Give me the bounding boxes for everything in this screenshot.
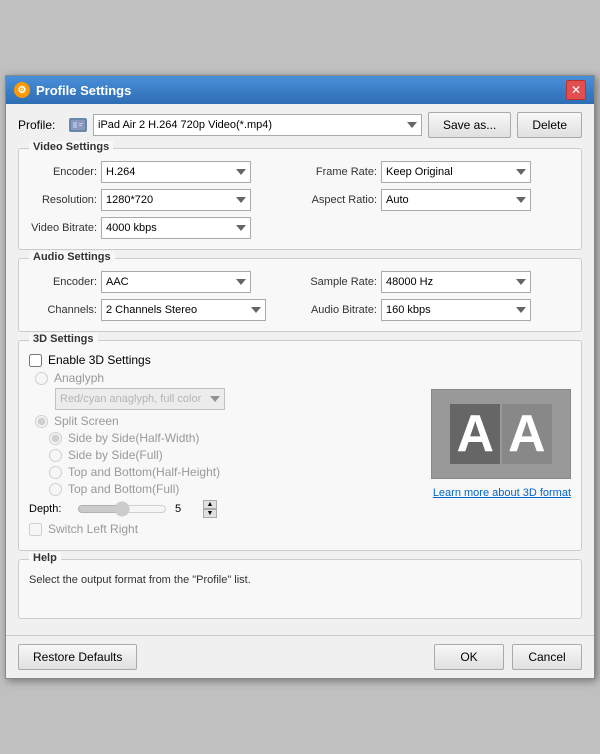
window-title: Profile Settings <box>36 83 131 98</box>
frame-rate-row: Frame Rate: Keep Original242529.973060 <box>305 161 571 183</box>
help-section: Help Select the output format from the "… <box>18 559 582 619</box>
top-bottom-half-label: Top and Bottom(Half-Height) <box>68 465 220 479</box>
split-screen-label: Split Screen <box>54 414 119 428</box>
learn-more-link[interactable]: Learn more about 3D format <box>433 487 571 499</box>
sample-rate-row: Sample Rate: 48000 Hz44100 Hz22050 Hz <box>305 271 571 293</box>
split-screen-radio[interactable] <box>35 415 48 428</box>
enable-3d-checkbox[interactable] <box>29 354 42 367</box>
video-bitrate-label: Video Bitrate: <box>29 222 97 234</box>
sample-rate-label: Sample Rate: <box>305 276 377 288</box>
save-as-button[interactable]: Save as... <box>428 112 511 138</box>
resolution-row: Resolution: 1280*7201920*1080640*480320*… <box>29 189 295 211</box>
d3-settings-section: 3D Settings Enable 3D Settings Anaglyph … <box>18 340 582 551</box>
switch-lr-label: Switch Left Right <box>48 522 138 536</box>
side-by-side-full-row: Side by Side(Full) <box>49 448 421 462</box>
anaglyph-row: Anaglyph <box>35 371 421 385</box>
encoder-label: Encoder: <box>29 166 97 178</box>
audio-encoder-select[interactable]: AACMP3AC3WMA <box>101 271 251 293</box>
aa-right: A <box>502 404 552 464</box>
profile-icon <box>69 118 87 132</box>
depth-label: Depth: <box>29 503 69 515</box>
sample-rate-select[interactable]: 48000 Hz44100 Hz22050 Hz <box>381 271 531 293</box>
frame-rate-label: Frame Rate: <box>305 166 377 178</box>
split-screen-row: Split Screen <box>35 414 421 428</box>
top-bottom-half-radio[interactable] <box>49 466 62 479</box>
side-by-side-full-label: Side by Side(Full) <box>68 448 163 462</box>
anaglyph-type-select: Red/cyan anaglyph, full color <box>55 388 225 410</box>
video-bitrate-row: Video Bitrate: 4000 kbps2000 kbps6000 kb… <box>29 217 571 239</box>
encoder-row: Encoder: H.264H.265MPEG-4XVID <box>29 161 295 183</box>
top-bottom-half-row: Top and Bottom(Half-Height) <box>49 465 421 479</box>
cancel-button[interactable]: Cancel <box>512 644 582 670</box>
audio-settings-section: Audio Settings Encoder: AACMP3AC3WMA Sam… <box>18 258 582 332</box>
restore-defaults-button[interactable]: Restore Defaults <box>18 644 137 670</box>
depth-row: Depth: 5 ▲ ▼ <box>29 500 421 518</box>
resolution-select[interactable]: 1280*7201920*1080640*480320*240 <box>101 189 251 211</box>
channels-row: Channels: 2 Channels Stereo1 Channel Mon… <box>29 299 295 321</box>
anaglyph-radio[interactable] <box>35 372 48 385</box>
aspect-ratio-select[interactable]: Auto4:316:91:1 <box>381 189 531 211</box>
app-icon: ⚙ <box>14 82 30 98</box>
audio-bitrate-select[interactable]: 160 kbps128 kbps192 kbps256 kbps320 kbps <box>381 299 531 321</box>
video-settings-title: Video Settings <box>29 141 113 153</box>
audio-bitrate-row: Audio Bitrate: 160 kbps128 kbps192 kbps2… <box>305 299 571 321</box>
top-bottom-full-label: Top and Bottom(Full) <box>68 482 179 496</box>
aa-preview: A A <box>431 389 571 479</box>
enable-3d-row: Enable 3D Settings <box>29 353 421 367</box>
depth-up-button[interactable]: ▲ <box>203 500 217 509</box>
profile-select[interactable]: iPad Air 2 H.264 720p Video(*.mp4) <box>93 114 422 136</box>
resolution-label: Resolution: <box>29 194 97 206</box>
side-by-side-half-row: Side by Side(Half-Width) <box>49 431 421 445</box>
aa-left: A <box>450 404 500 464</box>
depth-slider[interactable] <box>77 502 167 516</box>
audio-encoder-label: Encoder: <box>29 276 97 288</box>
d3-left-panel: Enable 3D Settings Anaglyph Red/cyan ana… <box>29 353 421 540</box>
frame-rate-select[interactable]: Keep Original242529.973060 <box>381 161 531 183</box>
content-area: Profile: iPad Air 2 H.264 720p Video(*.m… <box>6 104 594 635</box>
title-bar: ⚙ Profile Settings ✕ <box>6 76 594 104</box>
depth-spinner: ▲ ▼ <box>203 500 217 518</box>
audio-settings-title: Audio Settings <box>29 251 115 263</box>
aa-inner: A A <box>450 404 551 464</box>
switch-lr-row: Switch Left Right <box>29 522 421 536</box>
anaglyph-label: Anaglyph <box>54 371 104 385</box>
video-settings-section: Video Settings Encoder: H.264H.265MPEG-4… <box>18 148 582 250</box>
profile-row: Profile: iPad Air 2 H.264 720p Video(*.m… <box>18 112 582 138</box>
learn-more-row: Learn more about 3D format <box>431 487 571 499</box>
encoder-select[interactable]: H.264H.265MPEG-4XVID <box>101 161 251 183</box>
title-bar-left: ⚙ Profile Settings <box>14 82 131 98</box>
depth-down-button[interactable]: ▼ <box>203 509 217 518</box>
switch-lr-checkbox[interactable] <box>29 523 42 536</box>
top-bottom-full-row: Top and Bottom(Full) <box>49 482 421 496</box>
channels-label: Channels: <box>29 304 97 316</box>
side-by-side-half-label: Side by Side(Half-Width) <box>68 431 199 445</box>
help-title: Help <box>29 552 61 564</box>
aspect-ratio-label: Aspect Ratio: <box>305 194 377 206</box>
top-bottom-full-radio[interactable] <box>49 483 62 496</box>
main-window: ⚙ Profile Settings ✕ Profile: iPad Air 2… <box>5 75 595 679</box>
footer: Restore Defaults OK Cancel <box>6 635 594 678</box>
d3-settings-title: 3D Settings <box>29 333 98 345</box>
side-by-side-full-radio[interactable] <box>49 449 62 462</box>
ok-button[interactable]: OK <box>434 644 504 670</box>
help-text: Select the output format from the "Profi… <box>29 574 571 586</box>
footer-right: OK Cancel <box>434 644 582 670</box>
aspect-ratio-row: Aspect Ratio: Auto4:316:91:1 <box>305 189 571 211</box>
d3-right-panel: A A Learn more about 3D format <box>431 347 571 540</box>
depth-value: 5 <box>175 503 195 515</box>
enable-3d-label: Enable 3D Settings <box>48 353 151 367</box>
video-bitrate-select[interactable]: 4000 kbps2000 kbps6000 kbps8000 kbps <box>101 217 251 239</box>
profile-label: Profile: <box>18 118 63 132</box>
side-by-side-half-radio[interactable] <box>49 432 62 445</box>
close-button[interactable]: ✕ <box>566 80 586 100</box>
audio-bitrate-label: Audio Bitrate: <box>305 304 377 316</box>
delete-button[interactable]: Delete <box>517 112 582 138</box>
audio-encoder-row: Encoder: AACMP3AC3WMA <box>29 271 295 293</box>
channels-select[interactable]: 2 Channels Stereo1 Channel Mono5.1 Chann… <box>101 299 266 321</box>
